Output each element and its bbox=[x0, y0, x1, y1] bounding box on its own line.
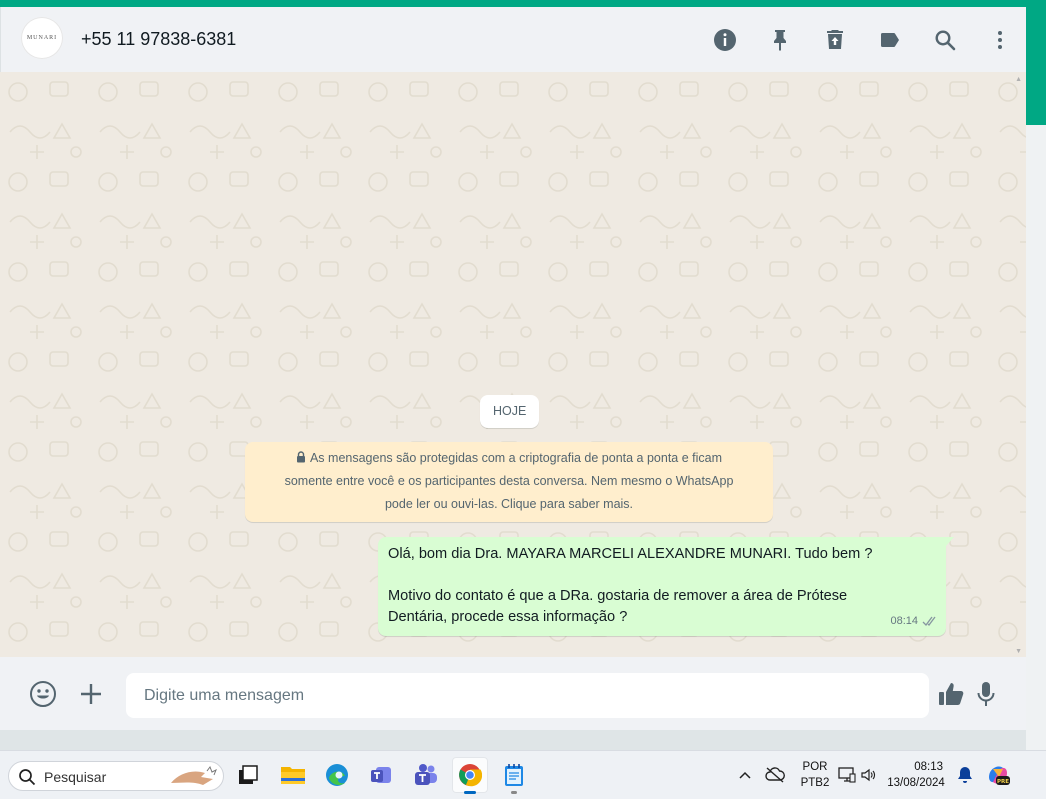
task-view-icon bbox=[239, 765, 258, 784]
emoji-button[interactable] bbox=[23, 657, 63, 730]
task-view-button[interactable] bbox=[230, 757, 266, 793]
teams-app[interactable] bbox=[363, 757, 399, 793]
window-side-panel bbox=[1026, 125, 1046, 750]
chrome-icon bbox=[459, 764, 482, 787]
network-status[interactable] bbox=[753, 767, 797, 783]
window-side-accent bbox=[1026, 0, 1046, 125]
speaker-icon bbox=[861, 768, 876, 782]
message-text-line: Olá, bom dia Dra. MAYARA MARCELI ALEXAND… bbox=[388, 546, 873, 562]
clock-date: 13/08/2024 bbox=[887, 777, 945, 789]
running-app-indicator bbox=[511, 791, 517, 794]
notepad-icon bbox=[505, 764, 523, 786]
display-network-icon bbox=[838, 767, 856, 783]
trash-restore-icon bbox=[826, 29, 843, 49]
encryption-notice-text-1: As mensagens são protegidas com a cripto… bbox=[309, 451, 723, 465]
avatar-logo-text: MUNARI bbox=[26, 35, 58, 41]
scroll-up-arrow[interactable]: ▲ bbox=[1015, 76, 1022, 83]
app-top-accent bbox=[0, 0, 1046, 7]
keyboard-layout: PTB2 bbox=[800, 777, 830, 789]
lock-icon bbox=[296, 451, 305, 463]
system-tray: POR PTB2 08:13 13/08/2024 PRE bbox=[737, 751, 1017, 799]
kebab-menu-icon bbox=[997, 30, 1002, 49]
edge-browser-app[interactable] bbox=[319, 757, 355, 793]
info-icon bbox=[713, 28, 736, 51]
pin-chat-button[interactable] bbox=[752, 20, 807, 60]
teams-icon bbox=[371, 767, 391, 783]
clock[interactable]: 08:13 13/08/2024 bbox=[881, 759, 951, 791]
chevron-up-icon bbox=[739, 771, 751, 779]
contact-avatar[interactable]: MUNARI bbox=[21, 17, 63, 59]
label-icon bbox=[880, 32, 899, 47]
thumbs-up-icon bbox=[939, 682, 964, 705]
taskbar-search[interactable]: Pesquisar bbox=[8, 761, 224, 791]
label-chat-button[interactable] bbox=[862, 20, 917, 60]
copilot-pre-icon: PRE bbox=[989, 766, 1010, 785]
edge-icon bbox=[326, 764, 348, 786]
contact-name[interactable]: +55 11 97838-6381 bbox=[81, 29, 236, 50]
voice-message-button[interactable] bbox=[966, 657, 1006, 730]
whatsapp-window: MUNARI +55 11 97838-6381 ▲ ▼ HOJE As men… bbox=[0, 7, 1026, 730]
copilot-button[interactable]: PRE bbox=[979, 763, 1017, 787]
encryption-notice-line: As mensagens são protegidas com a cripto… bbox=[245, 447, 773, 470]
clock-time: 08:13 bbox=[914, 761, 943, 773]
active-app-indicator bbox=[464, 791, 476, 794]
svg-text:PRE: PRE bbox=[997, 779, 1009, 785]
plus-icon bbox=[81, 683, 101, 704]
notifications-button[interactable] bbox=[951, 766, 979, 784]
emoji-icon bbox=[30, 680, 56, 707]
language-code: POR bbox=[802, 761, 828, 773]
search-icon bbox=[19, 769, 36, 786]
encryption-notice[interactable]: As mensagens são protegidas com a cripto… bbox=[245, 442, 773, 522]
folder-icon bbox=[281, 767, 305, 784]
contact-info-button[interactable] bbox=[697, 20, 752, 60]
notepad-app[interactable] bbox=[496, 757, 532, 794]
message-text-line: Motivo do contato é que a DRa. gostaria … bbox=[388, 588, 848, 604]
double-check-icon bbox=[922, 616, 936, 626]
taskbar-search-label: Pesquisar bbox=[44, 769, 107, 785]
pin-icon bbox=[773, 29, 786, 51]
search-chat-button[interactable] bbox=[917, 20, 972, 60]
cloud-offline-icon bbox=[765, 767, 785, 783]
input-language-indicator[interactable]: POR PTB2 bbox=[797, 759, 833, 791]
outgoing-message[interactable]: Olá, bom dia Dra. MAYARA MARCELI ALEXAND… bbox=[378, 537, 946, 636]
show-hidden-icons-button[interactable] bbox=[737, 766, 753, 784]
search-highlight-art-icon bbox=[171, 765, 217, 785]
menu-button[interactable] bbox=[972, 20, 1026, 60]
teams-work-app[interactable] bbox=[408, 757, 444, 793]
thumbs-up-button[interactable] bbox=[931, 657, 971, 730]
quick-settings[interactable] bbox=[833, 767, 881, 783]
bell-icon bbox=[958, 767, 972, 783]
encryption-notice-text-3: pode ler ou ouvi-las. Clique para saber … bbox=[384, 497, 634, 511]
microphone-icon bbox=[977, 681, 995, 706]
search-icon bbox=[934, 29, 955, 50]
bubble-tail bbox=[946, 537, 954, 546]
attach-button[interactable] bbox=[71, 657, 111, 730]
message-composer bbox=[0, 657, 1026, 730]
chat-header: MUNARI +55 11 97838-6381 bbox=[0, 7, 1026, 72]
delete-chat-button[interactable] bbox=[807, 20, 862, 60]
windows-taskbar: Pesquisar POR PTB2 08:13 13/08/2024 PRE bbox=[0, 750, 1046, 799]
message-time: 08:14 bbox=[890, 615, 918, 627]
encryption-notice-text-2: somente entre você e os participantes de… bbox=[284, 474, 734, 488]
message-input[interactable] bbox=[126, 673, 929, 718]
message-list[interactable]: ▲ ▼ HOJE As mensagens são protegidas com… bbox=[0, 72, 1026, 657]
teams-people-icon bbox=[415, 764, 437, 785]
message-text-line: Dentária, procede essa informação ? bbox=[388, 609, 628, 625]
date-separator: HOJE bbox=[480, 395, 540, 428]
chrome-app[interactable] bbox=[452, 757, 488, 794]
message-meta: 08:14 bbox=[890, 611, 938, 632]
header-actions bbox=[697, 7, 1026, 72]
file-explorer-app[interactable] bbox=[275, 757, 311, 793]
scroll-down-arrow[interactable]: ▼ bbox=[1015, 648, 1022, 655]
